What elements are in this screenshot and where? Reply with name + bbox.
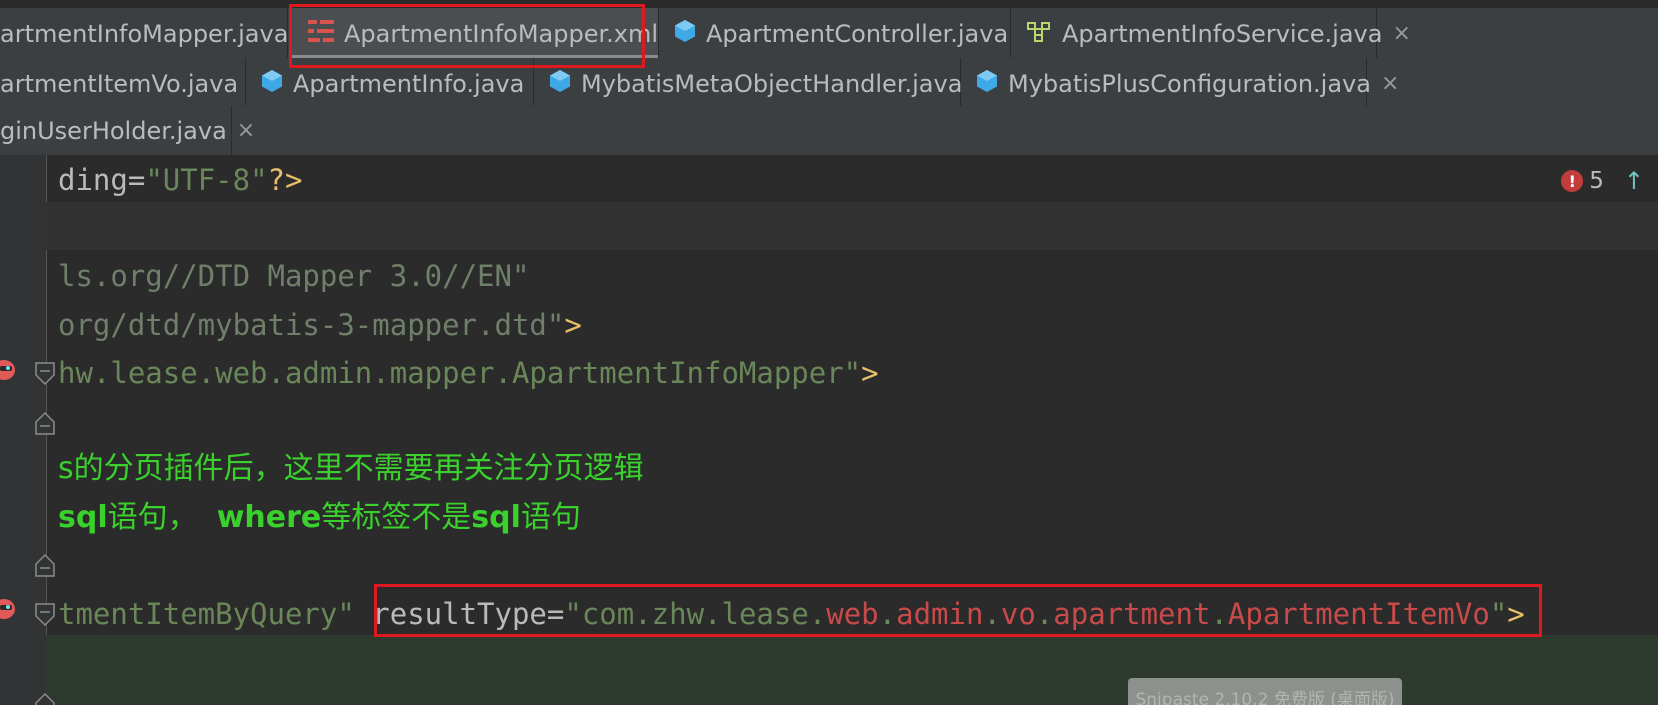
tab-label: artmentInfoMapper.java — [0, 19, 289, 48]
tab-label: ApartmentInfoService.java — [1062, 19, 1383, 48]
code-line-comment-2: sql语句， where等标签不是sql语句 — [58, 493, 581, 543]
tab-apartmentitemvo-java[interactable]: artmentItemVo.java × — [0, 58, 267, 109]
code-token: . — [983, 597, 1001, 631]
tab-mybatisplusconfiguration-java[interactable]: MybatisPlusConfiguration.java × — [962, 58, 1399, 109]
code-token: hw.lease.web.admin.mapper.ApartmentInfoM… — [58, 356, 862, 390]
close-icon[interactable]: × — [237, 118, 255, 143]
editor-tab-row-2: artmentItemVo.java × ApartmentInfo.java … — [0, 58, 1658, 110]
fold-expand-icon[interactable] — [34, 552, 56, 578]
code-token: sql — [58, 500, 108, 535]
tab-loginuserholder-java[interactable]: ginUserHolder.java × — [0, 106, 255, 155]
code-token: where — [216, 500, 322, 535]
tab-apartmentinfo-java[interactable]: ApartmentInfo.java × — [247, 58, 553, 109]
tab-label: ginUserHolder.java — [0, 116, 227, 145]
code-token: ding — [58, 163, 128, 197]
code-line-xml-declaration: ding="UTF-8"?> — [58, 155, 302, 205]
code-token: > — [564, 308, 582, 342]
code-token: vo — [1000, 597, 1036, 631]
code-token: . — [1210, 597, 1228, 631]
code-token: " — [1489, 597, 1508, 631]
code-token: 等标签不是 — [321, 500, 472, 535]
editor-tab-row-1: artmentInfoMapper.java × ApartmentInfoMa… — [0, 8, 1658, 60]
fold-expand-icon[interactable] — [34, 691, 56, 705]
code-token: > — [861, 356, 879, 390]
java-class-icon — [549, 69, 571, 99]
code-line-comment-1: s的分页插件后，这里不需要再关注分页逻辑 — [58, 444, 644, 494]
code-token: 语句， — [107, 500, 217, 535]
code-token: admin — [896, 597, 984, 631]
tab-mybatismetaobjecthandler-java[interactable]: MybatisMetaObjectHandler.java × — [535, 58, 991, 109]
tab-label: ApartmentInfoMapper.xml — [344, 19, 659, 48]
tab-apartmentinfomapper-xml[interactable]: ApartmentInfoMapper.xml × — [292, 8, 686, 59]
code-token: ?> — [267, 163, 303, 197]
tab-apartmentinfoservice-java[interactable]: ApartmentInfoService.java × — [1012, 8, 1411, 59]
tab-label: ApartmentInfo.java — [293, 69, 525, 98]
code-token: sql — [471, 500, 521, 535]
xml-file-icon — [308, 19, 334, 49]
code-token: resultType — [372, 597, 547, 631]
mybatis-navigate-icon[interactable] — [0, 598, 16, 620]
code-token: > — [1507, 597, 1525, 631]
code-token: ls.org//DTD Mapper 3.0//EN" — [58, 259, 530, 293]
code-token: = — [127, 163, 146, 197]
code-token: tmentItemByQuery" — [58, 597, 373, 631]
inspection-widget[interactable]: ! 5 ↑ — [1561, 167, 1644, 195]
code-token: apartment — [1053, 597, 1211, 631]
tab-label: MybatisPlusConfiguration.java — [1008, 69, 1371, 98]
java-class-icon — [261, 69, 283, 99]
code-token: "com.zhw.lease. — [564, 597, 827, 631]
tab-apartmentinfomapper-java[interactable]: artmentInfoMapper.java × — [0, 8, 317, 59]
java-class-icon — [976, 69, 998, 99]
code-line-doctype-public: ls.org//DTD Mapper 3.0//EN" — [58, 251, 529, 301]
error-count: 5 — [1589, 168, 1604, 194]
snipaste-overlay-label: Snipaste 2.10.2 免费版 (桌面版) — [1128, 678, 1402, 705]
java-class-icon — [674, 19, 696, 49]
close-icon[interactable]: × — [1392, 21, 1410, 46]
code-token: . — [878, 597, 897, 631]
code-token: web — [826, 597, 879, 631]
mybatis-navigate-icon[interactable] — [0, 359, 16, 381]
code-line-doctype-system: org/dtd/mybatis-3-mapper.dtd"> — [58, 300, 582, 350]
changed-region-highlight — [46, 635, 1658, 705]
code-token: . — [1035, 597, 1054, 631]
code-token: org/dtd/mybatis-3-mapper.dtd" — [58, 308, 565, 342]
code-token: "UTF-8" — [145, 163, 268, 197]
fold-expand-icon[interactable] — [34, 410, 56, 436]
close-icon[interactable]: × — [1381, 71, 1399, 96]
code-token: 语句 — [520, 500, 581, 535]
code-line-mapper-namespace: hw.lease.web.admin.mapper.ApartmentInfoM… — [58, 348, 879, 398]
code-token: s的分页插件后，这里不需要再关注分页逻辑 — [58, 451, 644, 486]
tab-label: MybatisMetaObjectHandler.java — [581, 69, 963, 98]
fold-collapse-icon[interactable] — [34, 602, 56, 628]
tab-label: ApartmentController.java — [706, 19, 1009, 48]
java-service-icon — [1026, 20, 1052, 48]
code-line-select-tag: tmentItemByQuery" resultType="com.zhw.le… — [58, 589, 1525, 639]
code-token: = — [546, 597, 565, 631]
tab-label: artmentItemVo.java — [0, 69, 239, 98]
tab-apartmentcontroller-java[interactable]: ApartmentController.java × — [660, 8, 1037, 59]
code-editor[interactable]: ! 5 ↑ ding="UTF-8"?> ls.org//DTD Mapper … — [0, 155, 1658, 705]
code-token: ApartmentItemVo — [1227, 597, 1490, 631]
caret-row-highlight — [46, 202, 1658, 250]
error-icon: ! — [1561, 170, 1584, 192]
fold-collapse-icon[interactable] — [34, 361, 56, 387]
editor-tab-row-3: ginUserHolder.java × — [0, 106, 1658, 156]
arrow-up-icon[interactable]: ↑ — [1624, 167, 1644, 195]
